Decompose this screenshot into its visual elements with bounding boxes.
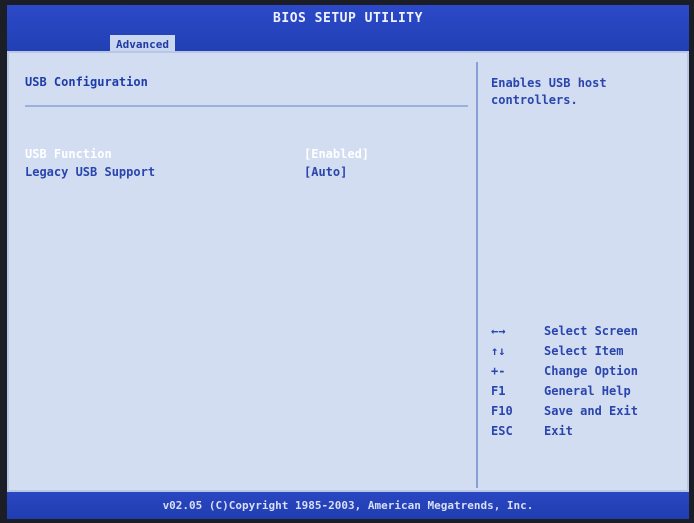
title-bar: BIOS SETUP UTILITY Advanced	[7, 5, 689, 55]
option-label: USB Function	[25, 147, 112, 161]
help-text: Enables USB host controllers.	[491, 76, 607, 107]
arrow-left-right-icon: ←→	[491, 324, 506, 338]
key-help-row: ←→ Select Screen	[491, 321, 681, 341]
window-title: BIOS SETUP UTILITY	[273, 11, 423, 26]
key-description: General Help	[544, 384, 631, 398]
key-description: Select Item	[544, 344, 624, 358]
key-help-row: F1 General Help	[491, 381, 681, 401]
key-name: ESC	[491, 424, 513, 438]
plus-minus-icon: +-	[491, 364, 506, 378]
option-legacy-usb-support[interactable]: Legacy USB Support [Auto]	[25, 163, 465, 181]
key-help-row: F10 Save and Exit	[491, 401, 681, 421]
key-description: Exit	[544, 424, 573, 438]
key-help-row: +- Change Option	[491, 361, 681, 381]
section-title: USB Configuration	[25, 75, 148, 89]
arrow-up-down-icon: ↑↓	[491, 344, 506, 358]
bios-screen: BIOS SETUP UTILITY Advanced USB Configur…	[0, 0, 694, 523]
footer-copyright: v02.05 (C)Copyright 1985-2003, American …	[7, 492, 689, 519]
key-name: F1	[491, 384, 506, 398]
option-usb-function[interactable]: USB Function [Enabled]	[25, 145, 465, 163]
option-value[interactable]: [Enabled]	[304, 145, 369, 163]
section-divider	[25, 105, 468, 107]
key-description: Select Screen	[544, 324, 638, 338]
key-help-list: ←→ Select Screen ↑↓ Select Item +- Chang…	[491, 321, 681, 441]
option-value[interactable]: [Auto]	[304, 163, 347, 181]
panel-divider	[476, 62, 478, 488]
key-name: F10	[491, 404, 513, 418]
key-description: Change Option	[544, 364, 638, 378]
key-help-row: ↑↓ Select Item	[491, 341, 681, 361]
main-panel: USB Configuration USB Function [Enabled]…	[7, 51, 689, 492]
key-help-row: ESC Exit	[491, 421, 681, 441]
option-label: Legacy USB Support	[25, 165, 156, 179]
key-description: Save and Exit	[544, 404, 638, 418]
